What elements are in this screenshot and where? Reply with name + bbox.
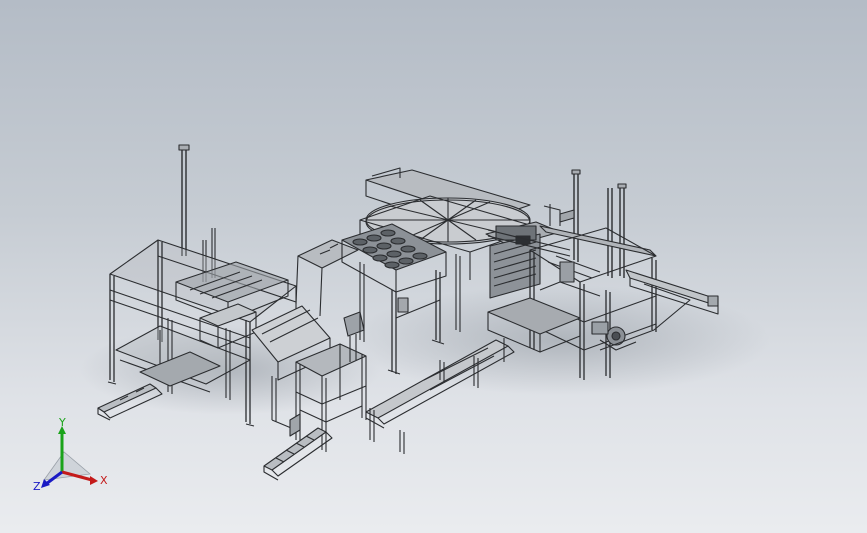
triad-plane bbox=[43, 451, 91, 481]
orientation-triad[interactable]: Y X Z bbox=[30, 418, 110, 498]
x-axis-label: X bbox=[100, 474, 108, 487]
y-axis-label: Y bbox=[58, 418, 66, 429]
x-axis-arrow bbox=[90, 476, 98, 485]
z-axis-label: Z bbox=[33, 480, 41, 493]
assembly-model[interactable] bbox=[0, 0, 867, 533]
cad-graphics-viewport[interactable]: Y X Z bbox=[0, 0, 867, 533]
